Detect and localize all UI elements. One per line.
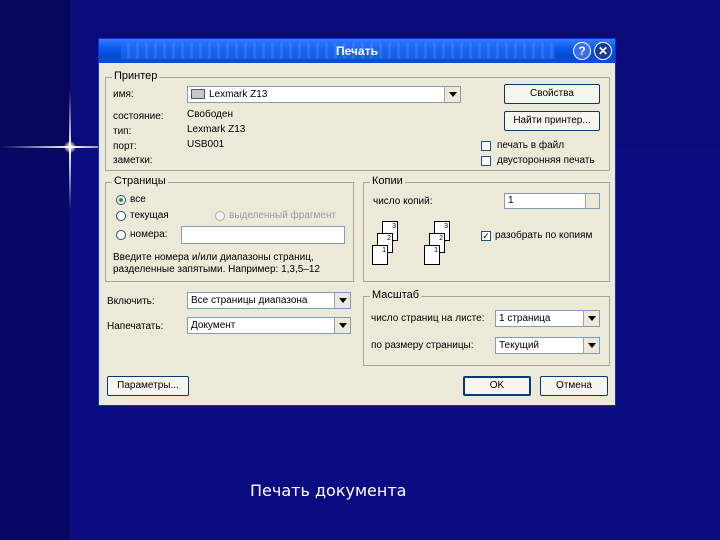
properties-button[interactable]: Свойства — [504, 84, 600, 104]
chevron-down-icon[interactable] — [583, 311, 599, 326]
chevron-down-icon[interactable] — [334, 318, 350, 333]
include-value: Все страницы диапазона — [191, 295, 308, 306]
include-select[interactable]: Все страницы диапазона — [187, 292, 351, 309]
printer-name-value: Lexmark Z13 — [209, 89, 268, 100]
printer-type-label: тип: — [113, 126, 132, 137]
sparkle-center — [64, 141, 76, 153]
pages-selection-label: выделенный фрагмент — [229, 210, 337, 221]
collate-label: разобрать по копиям — [495, 230, 593, 241]
zoom-group: Масштаб — [363, 289, 610, 366]
copies-count-value: 1 — [508, 195, 514, 206]
print-to-file-checkbox[interactable] — [481, 141, 491, 151]
printer-name-select[interactable]: Lexmark Z13 — [187, 86, 461, 103]
print-what-select[interactable]: Документ — [187, 317, 351, 334]
pages-hint-line1: Введите номера и/или диапазоны страниц, — [113, 252, 314, 263]
copies-group-label: Копии — [370, 175, 405, 187]
pages-numbers-radio[interactable] — [116, 230, 126, 240]
copies-count-spinner[interactable]: 1 — [504, 193, 600, 209]
close-icon[interactable]: ✕ — [594, 42, 612, 60]
find-printer-button[interactable]: Найти принтер... — [504, 111, 600, 131]
pages-current-label: текущая — [130, 210, 169, 221]
pages-numbers-label: номера: — [130, 229, 168, 240]
printer-notes-label: заметки: — [113, 155, 153, 166]
zoom-group-label: Масштаб — [370, 289, 422, 301]
collate-page: 1 — [424, 245, 440, 265]
pages-current-radio[interactable] — [116, 211, 126, 221]
background-band-left — [0, 148, 70, 540]
printer-icon — [191, 89, 205, 100]
help-icon[interactable]: ? — [573, 42, 591, 60]
pages-all-radio[interactable] — [116, 195, 126, 205]
chevron-down-icon[interactable] — [444, 87, 460, 102]
slide-caption: Печать документа — [250, 481, 407, 500]
ok-button[interactable]: OK — [463, 376, 531, 396]
pages-numbers-input[interactable] — [181, 226, 345, 244]
pages-all-label: все — [130, 194, 146, 205]
options-button[interactable]: Параметры... — [107, 376, 189, 396]
pages-per-sheet-label: число страниц на листе: — [371, 313, 485, 324]
collate-checkbox[interactable]: ✓ — [481, 231, 491, 241]
scale-to-paper-select[interactable]: Текущий — [495, 337, 600, 354]
scale-to-paper-value: Текущий — [499, 340, 539, 351]
pages-per-sheet-select[interactable]: 1 страница — [495, 310, 600, 327]
print-what-value: Документ — [191, 320, 236, 331]
printer-port-label: порт: — [113, 141, 137, 152]
duplex-checkbox[interactable] — [481, 156, 491, 166]
dialog-titlebar[interactable]: Печать ? ✕ — [99, 39, 615, 63]
printer-status-value: Свободен — [187, 109, 233, 120]
cancel-button[interactable]: Отмена — [540, 376, 608, 396]
duplex-label: двусторонняя печать — [497, 155, 595, 166]
print-dialog: Печать ? ✕ Принтер имя: Lexmark Z13 Свой… — [98, 38, 616, 406]
collate-page: 1 — [372, 245, 388, 265]
chevron-down-icon[interactable] — [583, 338, 599, 353]
spinner-up-icon[interactable] — [585, 194, 599, 201]
copies-count-label: число копий: — [373, 196, 433, 207]
chevron-down-icon[interactable] — [334, 293, 350, 308]
print-to-file-label: печать в файл — [497, 140, 565, 151]
printer-type-value: Lexmark Z13 — [187, 124, 246, 135]
print-what-label: Напечатать: — [107, 321, 164, 332]
scale-to-paper-label: по размеру страницы: — [371, 340, 474, 351]
include-label: Включить: — [107, 296, 155, 307]
printer-port-value: USB001 — [187, 139, 225, 150]
dialog-title: Печать — [336, 44, 378, 58]
printer-group-label: Принтер — [112, 70, 160, 82]
pages-group-label: Страницы — [112, 175, 168, 187]
spinner-down-icon[interactable] — [585, 201, 599, 208]
pages-hint-line2: разделенные запятыми. Например: 1,3,5–12 — [113, 264, 320, 275]
printer-name-label: имя: — [113, 89, 134, 100]
pages-per-sheet-value: 1 страница — [499, 313, 551, 324]
pages-selection-radio[interactable] — [215, 211, 225, 221]
printer-status-label: состояние: — [113, 111, 164, 122]
